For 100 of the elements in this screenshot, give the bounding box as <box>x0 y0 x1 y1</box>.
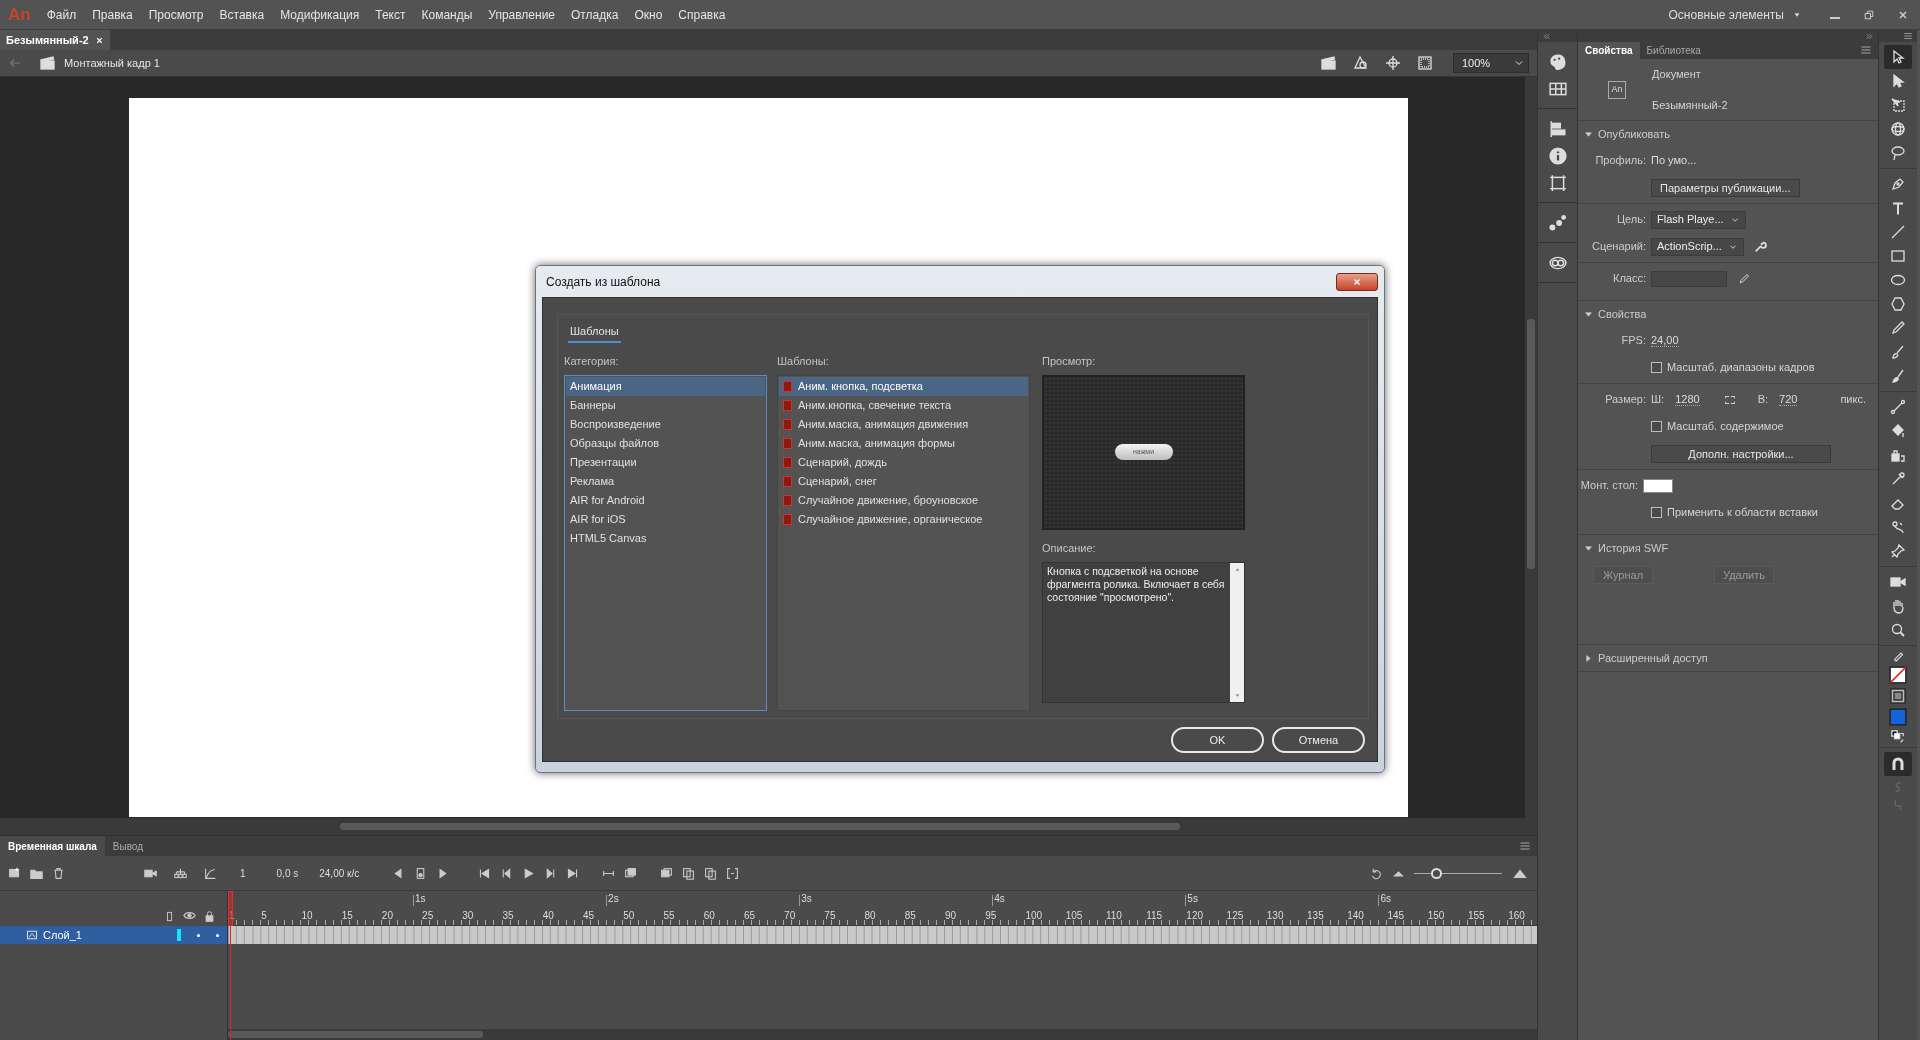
template-item[interactable]: Сценарий, дождь <box>779 452 1028 472</box>
template-item[interactable]: Аним.маска, анимация движения <box>779 414 1028 434</box>
elapsed-time[interactable]: 0,0 s <box>276 865 299 881</box>
menu-item[interactable]: Модификация <box>272 5 368 24</box>
slider-thumb[interactable] <box>1430 867 1442 879</box>
category-item[interactable]: Баннеры <box>566 395 765 415</box>
onion-outline-icon[interactable] <box>660 866 674 880</box>
dots-icon[interactable] <box>1548 213 1567 232</box>
panel-tab[interactable]: Свойства <box>1578 42 1640 59</box>
category-item[interactable]: AIR for Android <box>566 490 765 510</box>
snap-button[interactable] <box>1884 752 1912 776</box>
onion-skin-icon[interactable] <box>624 866 638 880</box>
fps-value[interactable]: 24,00 <box>1651 334 1679 347</box>
checkbox[interactable] <box>1651 362 1662 373</box>
trash-icon[interactable] <box>52 866 65 880</box>
height-value[interactable]: 720 <box>1779 393 1798 406</box>
info-icon[interactable] <box>1548 146 1567 165</box>
template-item[interactable]: Случайное движение, органическое <box>779 509 1028 529</box>
menu-item[interactable]: Окно <box>626 5 671 24</box>
menu-icon[interactable] <box>1903 31 1913 41</box>
swap-colors-icon[interactable] <box>1891 730 1905 744</box>
frame-rate[interactable]: 24,00 к/с <box>319 865 360 881</box>
section-header[interactable]: Свойства <box>1578 301 1878 327</box>
category-item[interactable]: Презентации <box>566 452 765 472</box>
clapperboard-icon[interactable] <box>1321 55 1337 71</box>
menu-item[interactable]: Отладка <box>563 5 627 24</box>
graph-icon[interactable] <box>204 866 217 880</box>
clip-icon[interactable] <box>1417 55 1433 71</box>
rotate-icon[interactable] <box>1370 866 1383 880</box>
panel-tab[interactable]: Библиотека <box>1639 42 1708 59</box>
layers-icon[interactable] <box>704 866 718 880</box>
outline-icon[interactable] <box>164 911 175 922</box>
eye-icon[interactable] <box>183 909 196 922</box>
wrench-icon[interactable] <box>1752 239 1767 254</box>
skip-to-start-icon[interactable] <box>478 866 492 880</box>
category-item[interactable]: AIR for iOS <box>566 509 765 529</box>
cancel-button[interactable]: Отмена <box>1272 727 1365 753</box>
hierarchy-icon[interactable] <box>174 866 187 880</box>
dialog-tab[interactable]: Шаблоны <box>568 321 621 343</box>
bracket-icon[interactable] <box>726 866 740 880</box>
template-item[interactable]: Сценарий, снег <box>779 471 1028 491</box>
menu-item[interactable]: Вставка <box>211 5 273 24</box>
template-item[interactable]: Аним.кнопка, свечение текста <box>779 395 1028 415</box>
layers-icon[interactable] <box>682 866 696 880</box>
vertical-scrollbar[interactable] <box>1230 562 1244 702</box>
settings-button[interactable]: Дополн. настройки... <box>1651 444 1831 463</box>
menu-item[interactable]: Справка <box>670 5 734 24</box>
ok-button[interactable]: OK <box>1171 727 1264 753</box>
settings-button[interactable]: Параметры публикации... <box>1651 178 1800 197</box>
category-item[interactable]: Воспроизведение <box>566 414 765 434</box>
template-item[interactable]: Случайное движение, броуновское <box>779 490 1028 510</box>
dropdown[interactable]: Flash Playe... <box>1651 210 1746 229</box>
horizontal-scrollbar[interactable] <box>228 1029 1537 1040</box>
category-item[interactable]: Реклама <box>566 471 765 491</box>
template-item[interactable]: Аним. кнопка, подсветка <box>779 376 1028 396</box>
dropdown[interactable]: ActionScrip... <box>1651 237 1744 256</box>
category-item[interactable]: HTML5 Canvas <box>566 528 765 548</box>
vertical-scrollbar[interactable] <box>1525 77 1537 835</box>
close-icon[interactable] <box>94 35 104 45</box>
document-tab[interactable]: Безымянный-2 <box>0 30 110 50</box>
menu-item[interactable]: Файл <box>38 5 85 24</box>
pencil-icon[interactable] <box>1738 272 1750 285</box>
skip-to-end-icon[interactable] <box>566 866 580 880</box>
new-layer-icon[interactable] <box>8 866 21 880</box>
menu-item[interactable]: Просмотр <box>140 5 212 24</box>
menu-item[interactable]: Управление <box>480 5 564 24</box>
tool-button[interactable] <box>1884 45 1912 69</box>
category-item[interactable]: Анимация <box>566 376 765 396</box>
playhead[interactable] <box>228 891 233 1040</box>
current-frame[interactable]: 1 <box>240 865 246 881</box>
template-item[interactable]: Аним.маска, анимация формы <box>779 433 1028 453</box>
section-header[interactable]: История SWF <box>1578 535 1878 561</box>
width-value[interactable]: 1280 <box>1675 393 1700 406</box>
timeline-tab[interactable]: Временная шкала <box>0 836 105 856</box>
category-item[interactable]: Образцы файлов <box>566 433 765 453</box>
play-icon[interactable] <box>522 866 536 880</box>
checkbox[interactable] <box>1651 421 1662 432</box>
triangle-right-icon[interactable] <box>436 866 450 880</box>
workspace-switcher[interactable]: Основные элементы <box>1668 5 1802 24</box>
horizontal-scrollbar[interactable] <box>0 818 1525 835</box>
layer-row[interactable]: Слой_1 <box>0 926 227 944</box>
stroke-color-swatch[interactable] <box>1889 666 1907 684</box>
section-header[interactable]: Опубликовать <box>1578 121 1878 147</box>
checkbox[interactable] <box>1651 507 1662 518</box>
palette-icon[interactable] <box>1548 52 1567 71</box>
close-button[interactable] <box>1336 272 1378 291</box>
section-header[interactable]: Расширенный доступ <box>1578 645 1878 671</box>
symbol-icon[interactable] <box>1353 55 1369 71</box>
lock-icon[interactable] <box>204 911 215 922</box>
menu-item[interactable]: Текст <box>367 5 414 24</box>
timeline-tab[interactable]: Вывод <box>104 836 152 856</box>
color-swatch[interactable] <box>1643 478 1673 493</box>
fill-icon[interactable] <box>1890 688 1906 704</box>
crosshair-icon[interactable] <box>1385 55 1401 71</box>
menu-item[interactable]: Команды <box>413 5 481 24</box>
menu-item[interactable]: Правка <box>84 5 141 24</box>
zoom-field[interactable]: 100% <box>1453 53 1529 73</box>
transform-icon[interactable] <box>1548 173 1567 192</box>
align-icon[interactable] <box>1548 119 1567 138</box>
fill-color-swatch[interactable] <box>1889 708 1907 726</box>
